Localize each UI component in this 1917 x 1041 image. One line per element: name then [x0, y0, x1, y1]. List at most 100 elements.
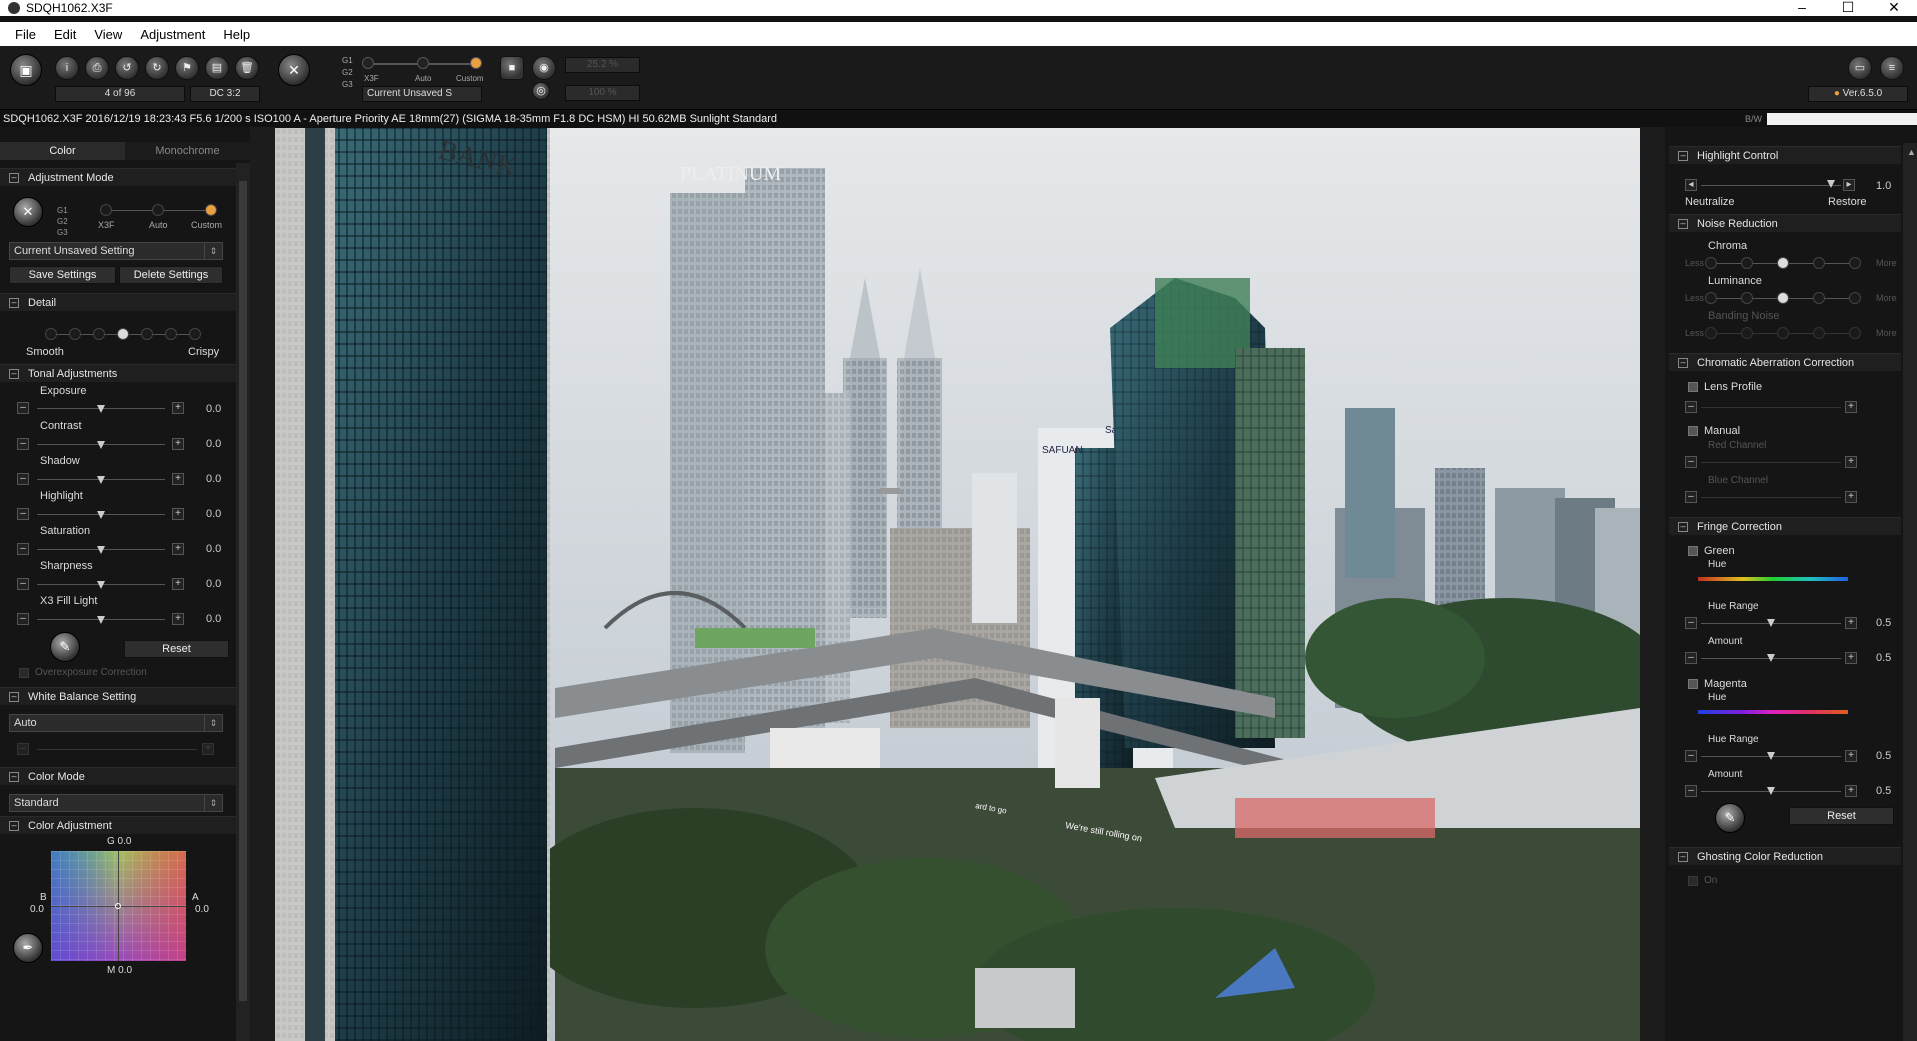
chroma-stop-2[interactable]: [1741, 257, 1753, 269]
detail-stop-3[interactable]: [93, 328, 105, 340]
left-scrollbar[interactable]: [236, 163, 250, 1041]
aspect-select[interactable]: DC 3:2: [190, 86, 260, 102]
highlight-left-button[interactable]: ◂: [1685, 179, 1697, 191]
collapse-icon[interactable]: –: [9, 173, 19, 183]
lock-button[interactable]: ▤: [205, 56, 229, 80]
section-white-balance[interactable]: – White Balance Setting: [0, 687, 236, 705]
green-amount-thumb[interactable]: [1767, 654, 1775, 662]
tab-color[interactable]: Color: [0, 142, 125, 160]
fit-button[interactable]: ◉: [532, 56, 556, 80]
exposure-plus-button[interactable]: +: [172, 402, 184, 414]
chroma-stop-5[interactable]: [1849, 257, 1861, 269]
blue-plus-button[interactable]: +: [1845, 491, 1857, 503]
magenta-range-minus-button[interactable]: –: [1685, 750, 1697, 762]
fill-light-thumb[interactable]: [97, 616, 105, 624]
highlight-right-button[interactable]: ▸: [1843, 179, 1855, 191]
lens-minus-button[interactable]: –: [1685, 401, 1697, 413]
menu-file[interactable]: File: [6, 27, 45, 42]
ghosting-on-checkbox[interactable]: [1688, 876, 1698, 886]
fringe-reset-button[interactable]: Reset: [1789, 807, 1894, 825]
overexposure-checkbox[interactable]: [19, 668, 29, 678]
zoom-box-1[interactable]: 25.2 %: [565, 57, 640, 73]
section-noise-reduction[interactable]: – Noise Reduction: [1669, 214, 1901, 232]
menu-view[interactable]: View: [85, 27, 131, 42]
collapse-icon[interactable]: –: [9, 369, 19, 379]
sharpness-minus-button[interactable]: –: [17, 578, 29, 590]
green-amount-plus-button[interactable]: +: [1845, 652, 1857, 664]
luminance-stop-5[interactable]: [1849, 292, 1861, 304]
blue-minus-button[interactable]: –: [1685, 491, 1697, 503]
saturation-plus-button[interactable]: +: [172, 543, 184, 555]
magenta-amount-plus-button[interactable]: +: [1845, 785, 1857, 797]
scroll-up-icon[interactable]: ▲: [1907, 147, 1916, 157]
left-scroll-thumb[interactable]: [239, 181, 247, 1001]
magenta-amount-thumb[interactable]: [1767, 787, 1775, 795]
detail-stop-1[interactable]: [45, 328, 57, 340]
section-fringe-correction[interactable]: – Fringe Correction: [1669, 517, 1901, 535]
manual-checkbox[interactable]: [1688, 426, 1698, 436]
delete-settings-button[interactable]: Delete Settings: [119, 266, 223, 284]
detail-stop-7[interactable]: [189, 328, 201, 340]
white-balance-dropdown[interactable]: Auto ⇕: [9, 714, 223, 732]
shadow-plus-button[interactable]: +: [172, 473, 184, 485]
collapse-icon[interactable]: –: [1678, 852, 1688, 862]
collapse-icon[interactable]: –: [1678, 358, 1688, 368]
zoom-icon[interactable]: ◎: [532, 82, 550, 100]
contrast-minus-button[interactable]: –: [17, 438, 29, 450]
tonal-picker-icon[interactable]: ✎: [50, 632, 80, 662]
sharpness-plus-button[interactable]: +: [172, 578, 184, 590]
color-adjustment-grid[interactable]: [51, 851, 186, 961]
right-scrollbar[interactable]: ▲: [1903, 143, 1917, 1041]
green-amount-minus-button[interactable]: –: [1685, 652, 1697, 664]
setting-select[interactable]: Current Unsaved S: [362, 86, 482, 102]
green-hue-bar[interactable]: [1698, 577, 1848, 581]
section-color-adjustment[interactable]: – Color Adjustment: [0, 816, 236, 834]
detail-stop-2[interactable]: [69, 328, 81, 340]
menu-edit[interactable]: Edit: [45, 27, 85, 42]
color-mode-dropdown[interactable]: Standard ⇕: [9, 794, 223, 812]
luminance-stop-3[interactable]: [1777, 292, 1789, 304]
section-adjustment-mode[interactable]: – Adjustment Mode: [0, 168, 236, 186]
flag-button[interactable]: ⚑: [175, 56, 199, 80]
chroma-stop-3[interactable]: [1777, 257, 1789, 269]
print-button[interactable]: ⎙: [85, 56, 109, 80]
mode-custom-dot[interactable]: [470, 57, 482, 69]
wb-plus-button[interactable]: +: [202, 743, 214, 755]
collapse-icon[interactable]: –: [9, 821, 19, 831]
highlight-thumb[interactable]: [97, 511, 105, 519]
red-minus-button[interactable]: –: [1685, 456, 1697, 468]
magenta-range-plus-button[interactable]: +: [1845, 750, 1857, 762]
setting-dropdown[interactable]: Current Unsaved Setting ⇕: [9, 242, 223, 260]
magenta-hue-bar[interactable]: [1698, 710, 1848, 714]
adjustment-mode-dial[interactable]: ✕: [13, 197, 43, 227]
banding-stop-1[interactable]: [1705, 327, 1717, 339]
jpeg-tiff-button[interactable]: ▣: [10, 54, 42, 86]
trash-button[interactable]: 🗑: [235, 56, 259, 80]
collapse-icon[interactable]: –: [9, 772, 19, 782]
lens-profile-checkbox[interactable]: [1688, 382, 1698, 392]
luminance-stop-4[interactable]: [1813, 292, 1825, 304]
tonal-reset-button[interactable]: Reset: [124, 640, 229, 658]
red-plus-button[interactable]: +: [1845, 456, 1857, 468]
collapse-icon[interactable]: –: [1678, 151, 1688, 161]
exposure-thumb[interactable]: [97, 405, 105, 413]
banding-stop-2[interactable]: [1741, 327, 1753, 339]
highlight-minus-button[interactable]: –: [17, 508, 29, 520]
exposure-minus-button[interactable]: –: [17, 402, 29, 414]
image-counter[interactable]: 4 of 96: [55, 86, 185, 102]
detail-stop-5[interactable]: [141, 328, 153, 340]
minimize-button[interactable]: –: [1779, 0, 1825, 14]
magenta-checkbox[interactable]: [1688, 679, 1698, 689]
info-button[interactable]: i: [55, 56, 79, 80]
collapse-icon[interactable]: –: [1678, 522, 1688, 532]
section-highlight-control[interactable]: – Highlight Control: [1669, 146, 1901, 164]
color-adjustment-point[interactable]: [115, 903, 121, 909]
detail-stop-6[interactable]: [165, 328, 177, 340]
section-tonal[interactable]: – Tonal Adjustments: [0, 364, 236, 382]
wb-minus-button[interactable]: –: [17, 743, 29, 755]
mode-custom-knob[interactable]: [205, 204, 217, 216]
save-settings-button[interactable]: Save Settings: [9, 266, 116, 284]
shadow-minus-button[interactable]: –: [17, 473, 29, 485]
section-color-mode[interactable]: – Color Mode: [0, 767, 236, 785]
banding-stop-3[interactable]: [1777, 327, 1789, 339]
